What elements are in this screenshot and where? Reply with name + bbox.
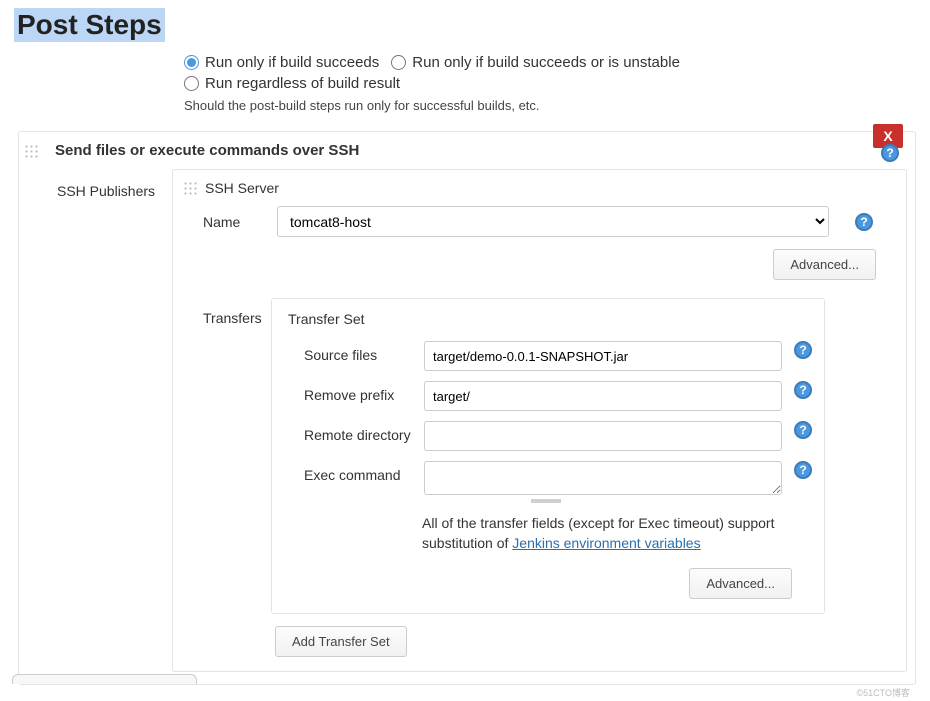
run-options-hint: Should the post-build steps run only for… xyxy=(184,98,916,113)
bottom-tab[interactable] xyxy=(12,674,197,684)
run-regardless-radio[interactable] xyxy=(184,76,199,91)
run-success-unstable-option[interactable]: Run only if build succeeds or is unstabl… xyxy=(391,54,680,71)
add-transfer-set-button[interactable]: Add Transfer Set xyxy=(275,626,407,657)
source-files-label: Source files xyxy=(304,341,412,363)
run-only-success-label: Run only if build succeeds xyxy=(205,54,379,71)
transfers-label: Transfers xyxy=(203,298,271,657)
advanced-button[interactable]: Advanced... xyxy=(689,568,792,599)
publishers-pane: SSH Server Name tomcat8-host ? Advanced.… xyxy=(172,169,907,672)
run-success-unstable-radio[interactable] xyxy=(391,55,406,70)
run-success-unstable-label: Run only if build succeeds or is unstabl… xyxy=(412,54,680,71)
run-only-success-option[interactable]: Run only if build succeeds xyxy=(184,54,379,71)
run-options-group: Run only if build succeeds Run only if b… xyxy=(184,54,916,92)
drag-handle-icon[interactable] xyxy=(24,144,38,158)
ssh-server-name-select[interactable]: tomcat8-host xyxy=(277,206,829,237)
run-regardless-option[interactable]: Run regardless of build result xyxy=(184,75,400,92)
remote-directory-label: Remote directory xyxy=(304,421,412,443)
watermark: ©51CTO博客 xyxy=(857,686,910,699)
help-icon[interactable]: ? xyxy=(855,213,873,231)
remove-prefix-label: Remove prefix xyxy=(304,381,412,403)
name-label: Name xyxy=(203,214,251,230)
help-icon[interactable]: ? xyxy=(794,421,812,439)
ssh-server-label: SSH Server xyxy=(205,180,279,196)
help-icon[interactable]: ? xyxy=(794,381,812,399)
help-icon[interactable]: ? xyxy=(794,461,812,479)
help-icon[interactable]: ? xyxy=(881,144,899,162)
transfer-set-box: Transfer Set Source files ? Remove prefi… xyxy=(271,298,825,614)
run-only-success-radio[interactable] xyxy=(184,55,199,70)
exec-command-textarea[interactable] xyxy=(424,461,782,495)
ssh-section: X ? Send files or execute commands over … xyxy=(18,131,916,685)
help-icon[interactable]: ? xyxy=(794,341,812,359)
jenkins-env-vars-link[interactable]: Jenkins environment variables xyxy=(512,535,700,551)
run-regardless-label: Run regardless of build result xyxy=(205,75,400,92)
transfer-note: All of the transfer fields (except for E… xyxy=(280,513,812,554)
source-files-input[interactable] xyxy=(424,341,782,371)
exec-command-label: Exec command xyxy=(304,461,412,483)
remote-directory-input[interactable] xyxy=(424,421,782,451)
remove-prefix-input[interactable] xyxy=(424,381,782,411)
section-title: Send files or execute commands over SSH xyxy=(19,132,915,169)
advanced-button[interactable]: Advanced... xyxy=(773,249,876,280)
transfer-set-label: Transfer Set xyxy=(288,311,365,327)
ssh-publishers-label: SSH Publishers xyxy=(57,169,172,672)
drag-handle-icon[interactable] xyxy=(183,181,197,195)
resize-grip[interactable] xyxy=(531,499,561,503)
page-title: Post Steps xyxy=(14,8,165,42)
